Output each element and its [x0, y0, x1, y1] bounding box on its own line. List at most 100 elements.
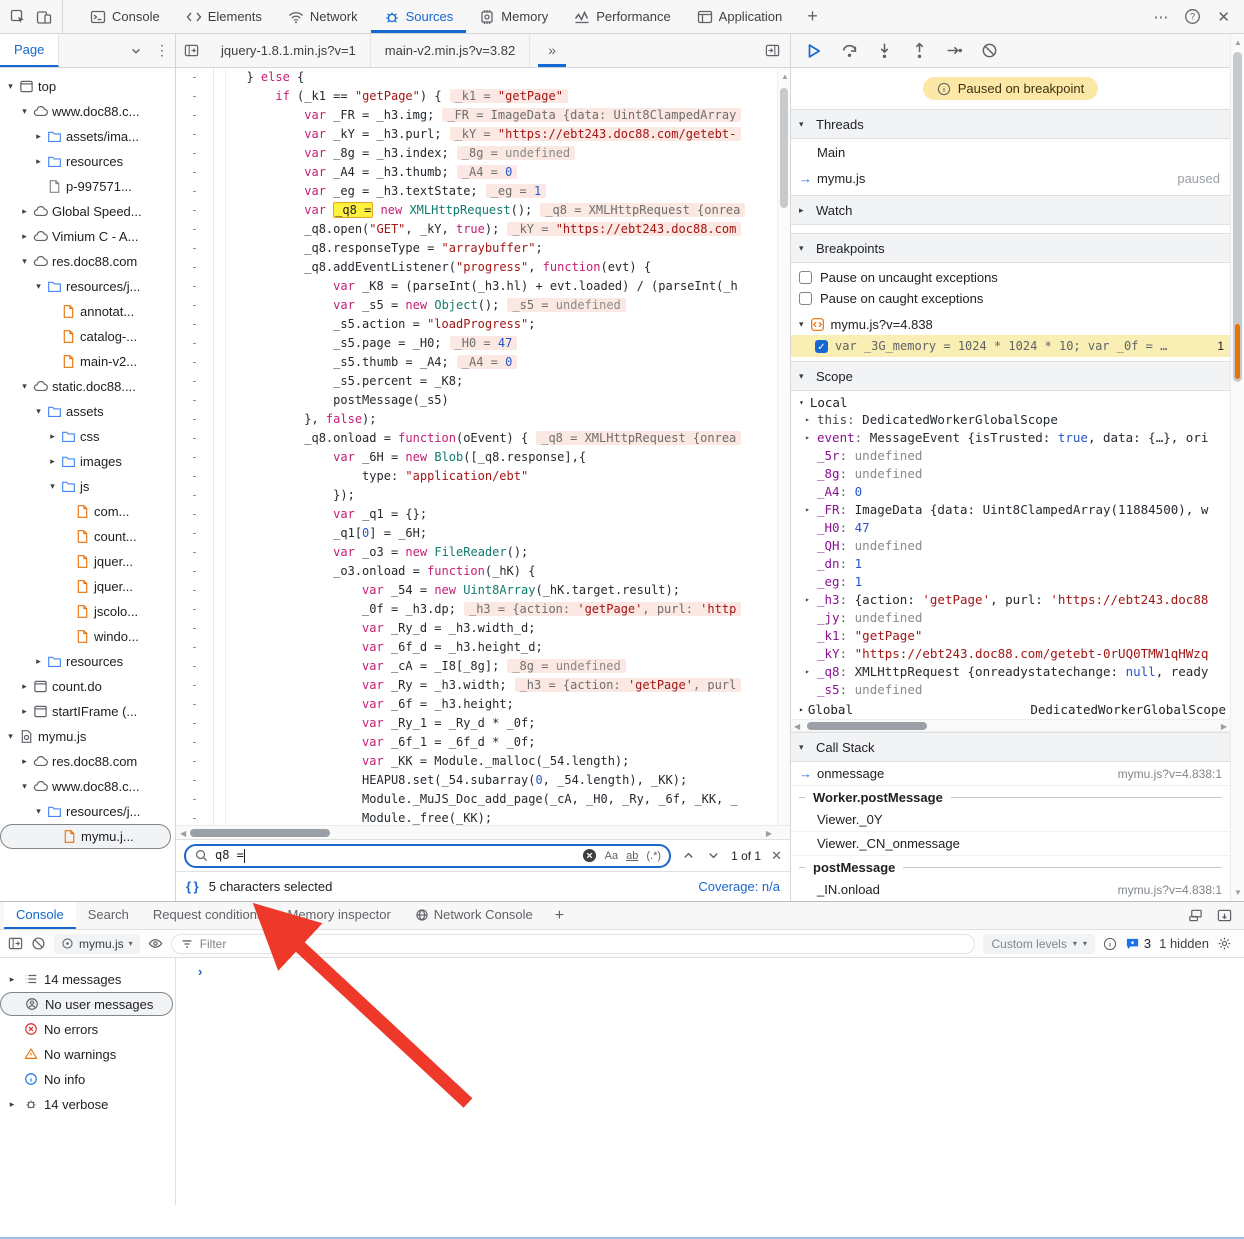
tree-arrow-icon[interactable]: ▸ [18, 681, 31, 692]
line-gutter[interactable]: - [176, 258, 214, 277]
close-search-icon[interactable]: ✕ [771, 848, 782, 864]
inspect-element-icon[interactable] [10, 9, 26, 25]
line-gutter[interactable]: - [176, 467, 214, 486]
code-line[interactable]: - var _q1 = {}; [176, 505, 790, 524]
regex-toggle[interactable]: (.*) [646, 850, 661, 862]
undock-icon[interactable] [1188, 908, 1203, 923]
drawer-tab-console[interactable]: Console [4, 902, 76, 929]
scope-entry--jy[interactable]: _jy: undefined [791, 609, 1230, 627]
code-line[interactable]: - var _q8 = new XMLHttpRequest();_q8 = X… [176, 201, 790, 220]
expand-arrow-icon[interactable]: ▸ [805, 411, 817, 429]
tree-item-jscolo-[interactable]: jscolo... [0, 599, 175, 624]
scope-entry--ky[interactable]: _kY: "https://ebt243.doc88.com/getebt-0r… [791, 645, 1230, 663]
line-gutter[interactable]: - [176, 220, 214, 239]
scope-global-row[interactable]: ▸ Global DedicatedWorkerGlobalScope [791, 699, 1230, 719]
scope-entry--h0[interactable]: _H0: 47 [791, 519, 1230, 537]
scope-entry--s5[interactable]: _s5: undefined [791, 681, 1230, 699]
tree-item-js[interactable]: ▾js [0, 474, 175, 499]
tree-item-vimium-c-a-[interactable]: ▸Vimium C - A... [0, 224, 175, 249]
close-devtools-icon[interactable]: ✕ [1217, 8, 1230, 26]
tree-arrow-icon[interactable]: ▾ [32, 806, 45, 817]
line-gutter[interactable]: - [176, 600, 214, 619]
tree-item-p-997571-[interactable]: p-997571... [0, 174, 175, 199]
match-case-toggle[interactable]: Aa [605, 850, 618, 862]
code-line[interactable]: - HEAPU8.set(_54.subarray(0, _54.length)… [176, 771, 790, 790]
line-gutter[interactable]: - [176, 277, 214, 296]
code-line[interactable]: - _q8.addEventListener("progress", funct… [176, 258, 790, 277]
checkbox-unchecked[interactable] [799, 292, 812, 305]
line-gutter[interactable]: - [176, 296, 214, 315]
line-gutter[interactable]: - [176, 372, 214, 391]
editor-tab-mainv2[interactable]: main-v2.min.js?v=3.82 [371, 34, 530, 67]
console-filter-no-info[interactable]: No info [0, 1067, 175, 1091]
scope-entry--fr[interactable]: ▸_FR: ImageData {data: Uint8ClampedArray… [791, 501, 1230, 519]
line-gutter[interactable]: - [176, 182, 214, 201]
code-line[interactable]: - _o3.onload = function(_hK) { [176, 562, 790, 581]
tree-item-mymu-js[interactable]: ▾mymu.js [0, 724, 175, 749]
clear-search-icon[interactable] [582, 848, 597, 863]
console-filter-no-errors[interactable]: No errors [0, 1017, 175, 1041]
tree-item-com-[interactable]: com... [0, 499, 175, 524]
tree-arrow-icon[interactable]: ▸ [18, 206, 31, 217]
code-line[interactable]: - }); [176, 486, 790, 505]
tree-item-images[interactable]: ▸images [0, 449, 175, 474]
line-gutter[interactable]: - [176, 201, 214, 220]
line-gutter[interactable]: - [176, 106, 214, 125]
pause-uncaught-checkbox-row[interactable]: Pause on uncaught exceptions [791, 267, 1230, 288]
line-gutter[interactable]: - [176, 144, 214, 163]
line-gutter[interactable]: - [176, 581, 214, 600]
tree-item-startiframe-[interactable]: ▸startIFrame (... [0, 699, 175, 724]
tree-arrow-icon[interactable]: ▾ [18, 256, 31, 267]
console-filter-no-user-messages[interactable]: No user messages [0, 992, 173, 1016]
code-line[interactable]: - var _Ry = _h3.width;_h3 = {action: 'ge… [176, 676, 790, 695]
code-line[interactable]: - var _kY = _h3.purl;_kY = "https://ebt2… [176, 125, 790, 144]
chevron-down-icon[interactable] [129, 44, 143, 58]
kebab-menu-icon[interactable]: ⋮ [155, 42, 169, 59]
console-filter-input[interactable]: Filter [171, 934, 976, 954]
line-gutter[interactable]: - [176, 524, 214, 543]
expand-arrow-icon[interactable]: ▸ [805, 501, 817, 519]
panel-tab-console[interactable]: Console [77, 0, 173, 33]
clear-console-icon[interactable] [31, 936, 46, 951]
code-line[interactable]: - _s5.thumb = _A4;_A4 = 0 [176, 353, 790, 372]
line-gutter[interactable]: - [176, 429, 214, 448]
code-line[interactable]: - if (_k1 == "getPage") {_k1 = "getPage" [176, 87, 790, 106]
log-levels-dropdown[interactable]: Custom levels ▾ ▾ [983, 934, 1094, 954]
tree-arrow-icon[interactable]: ▸ [46, 456, 59, 467]
scope-entry--dn[interactable]: _dn: 1 [791, 555, 1230, 573]
tree-item-main-v2-[interactable]: main-v2... [0, 349, 175, 374]
line-gutter[interactable]: - [176, 714, 214, 733]
more-options-icon[interactable]: ⋯ [1153, 8, 1168, 26]
console-info-icon[interactable] [1103, 937, 1117, 951]
code-line[interactable]: - _s5.action = "loadProgress"; [176, 315, 790, 334]
code-line[interactable]: - _s5.percent = _K8; [176, 372, 790, 391]
line-gutter[interactable]: - [176, 562, 214, 581]
search-input[interactable]: q8 = Aa ab (.*) [184, 844, 671, 868]
panel-tab-performance[interactable]: Performance [561, 0, 683, 33]
step-into-icon[interactable] [876, 42, 893, 59]
hidden-messages-label[interactable]: 1 hidden [1159, 936, 1209, 951]
scope-entry--5r[interactable]: _5r: undefined [791, 447, 1230, 465]
line-gutter[interactable]: - [176, 638, 214, 657]
code-line[interactable]: - var _Ry_d = _h3.width_d; [176, 619, 790, 638]
tree-item-windo-[interactable]: windo... [0, 624, 175, 649]
code-line[interactable]: - var _eg = _h3.textState;_eg = 1 [176, 182, 790, 201]
tree-item-jquer-[interactable]: jquer... [0, 574, 175, 599]
code-line[interactable]: - var _cA = _I8[_8g];_8g = undefined [176, 657, 790, 676]
line-gutter[interactable]: - [176, 163, 214, 182]
code-line[interactable]: - var _A4 = _h3.thumb;_A4 = 0 [176, 163, 790, 182]
callstack-frame-viewer-0y[interactable]: Viewer._0Y [791, 808, 1230, 832]
pretty-print-icon[interactable]: { } [186, 879, 199, 894]
debugger-vertical-scrollbar[interactable]: ▲ ▼ [1230, 34, 1244, 901]
tree-item-top[interactable]: ▾top [0, 74, 175, 99]
line-gutter[interactable]: - [176, 353, 214, 372]
console-message-counter[interactable]: 3 [1125, 936, 1151, 951]
line-gutter[interactable]: - [176, 486, 214, 505]
line-gutter[interactable]: - [176, 505, 214, 524]
scope-entry-event[interactable]: ▸event: MessageEvent {isTrusted: true, d… [791, 429, 1230, 447]
tree-arrow-icon[interactable]: ▸ [18, 231, 31, 242]
drawer-tab-request-conditions[interactable]: Request conditions [141, 902, 276, 929]
line-gutter[interactable]: - [176, 771, 214, 790]
tree-item-www-doc88-c-[interactable]: ▾www.doc88.c... [0, 774, 175, 799]
tree-arrow-icon[interactable]: ▾ [46, 481, 59, 492]
